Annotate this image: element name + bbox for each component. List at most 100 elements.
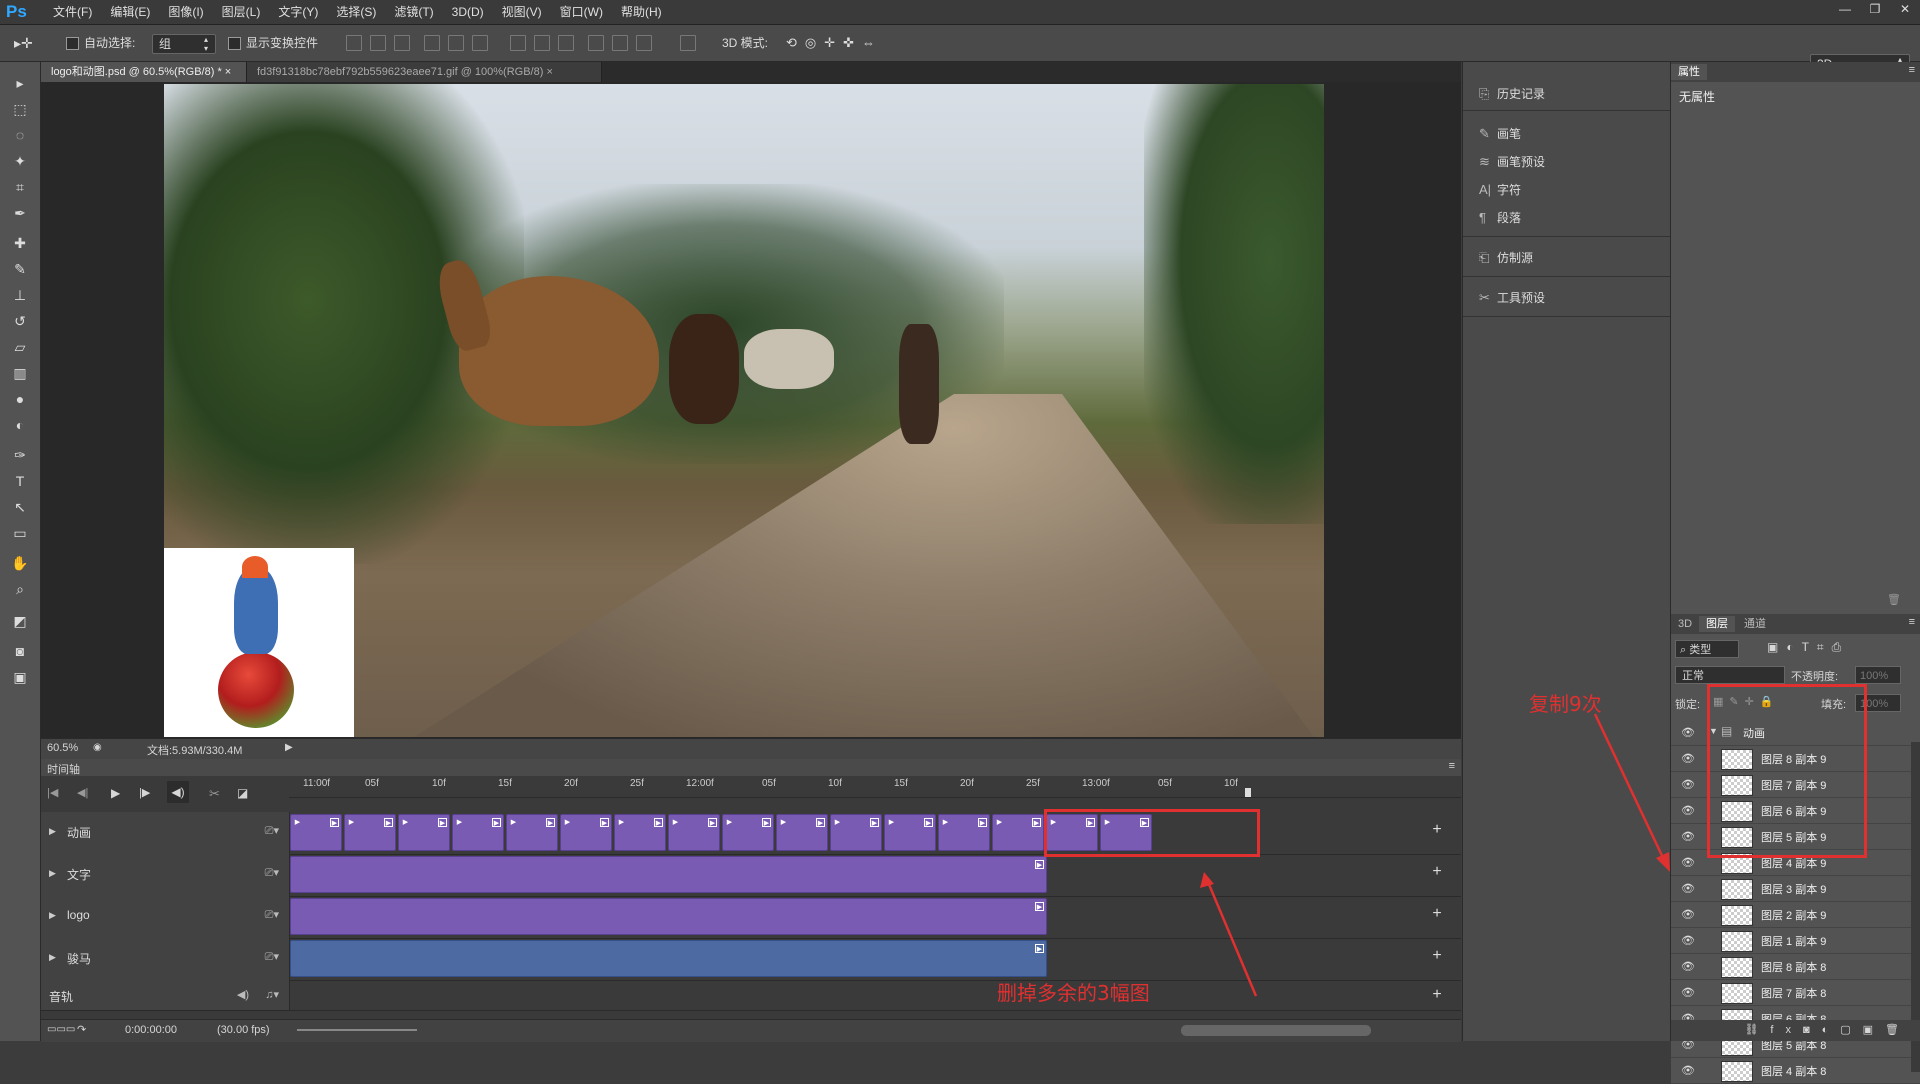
film-icon[interactable]: ⎚▾ xyxy=(265,908,279,922)
animation-frame-clip[interactable]: ▶ ▶ xyxy=(398,814,450,851)
frame-end-icon[interactable]: ▶ xyxy=(438,818,447,827)
brush-tool-icon[interactable]: ✎ xyxy=(8,258,32,280)
auto-select-check-icon[interactable] xyxy=(66,37,79,51)
animation-frame-clip[interactable]: ▶ ▶ xyxy=(722,814,774,851)
frame-end-icon[interactable]: ▶ xyxy=(546,818,555,827)
menu-3d[interactable]: 3D(D) xyxy=(443,0,493,24)
align-bottom-icon[interactable] xyxy=(394,35,410,51)
type-tool-icon[interactable]: T xyxy=(8,470,32,492)
visibility-eye-icon[interactable]: 👁 xyxy=(1681,830,1695,843)
render-video-icon[interactable]: ↷ xyxy=(77,1023,86,1036)
marquee-tool-icon[interactable]: ⬚ xyxy=(8,98,32,120)
filter-type-dropdown[interactable]: ⌕ 类型 xyxy=(1675,640,1739,658)
panel-menu-icon[interactable]: ≡ xyxy=(1909,64,1915,76)
layer-row[interactable]: 👁 图层 3 副本 9 xyxy=(1671,876,1920,902)
layer-row[interactable]: 👁 图层 1 副本 9 xyxy=(1671,928,1920,954)
animation-frame-clip[interactable]: ▶ ▶ xyxy=(884,814,936,851)
panel-menu-icon[interactable]: ≡ xyxy=(1909,616,1915,628)
menu-image[interactable]: 图像(I) xyxy=(159,0,212,24)
film-icon[interactable]: ⎚▾ xyxy=(265,950,279,964)
visibility-eye-icon[interactable]: 👁 xyxy=(1681,856,1695,869)
text-clip[interactable]: ▶ xyxy=(290,856,1047,893)
status-arrow-icon[interactable]: ▶ xyxy=(285,742,293,753)
align-left-icon[interactable] xyxy=(424,35,440,51)
clip-end-icon[interactable]: ▶ xyxy=(1035,902,1044,911)
blur-tool-icon[interactable]: ● xyxy=(8,388,32,410)
visibility-eye-icon[interactable]: 👁 xyxy=(1681,882,1695,895)
rectangle-tool-icon[interactable]: ▭ xyxy=(8,522,32,544)
zoom-tool-icon[interactable]: ⌕ xyxy=(8,578,32,600)
expand-icon[interactable]: ▶ xyxy=(49,826,56,837)
opacity-input[interactable]: 100% xyxy=(1855,666,1901,684)
film-icon[interactable]: ⎚▾ xyxy=(265,824,279,838)
visibility-eye-icon[interactable]: 👁 xyxy=(1681,1064,1695,1077)
frame-end-icon[interactable]: ▶ xyxy=(978,818,987,827)
eyedropper-tool-icon[interactable]: ✒ xyxy=(8,202,32,224)
zoom-level[interactable]: 60.5% xyxy=(47,742,78,754)
prev-frame-icon[interactable]: ◀| xyxy=(77,786,88,799)
animation-frame-clip[interactable]: ▶ ▶ xyxy=(506,814,558,851)
panel-menu-icon[interactable]: ≡ xyxy=(1449,760,1455,772)
blend-mode-dropdown[interactable]: 正常 xyxy=(1675,666,1785,684)
horse-video-clip[interactable]: ▶ xyxy=(290,940,1047,977)
convert-frames-icon[interactable]: ▭▭▭ xyxy=(47,1024,75,1035)
tab-close-icon[interactable]: × xyxy=(546,66,552,78)
frame-end-icon[interactable]: ▶ xyxy=(762,818,771,827)
frame-end-icon[interactable]: ▶ xyxy=(654,818,663,827)
layer-row[interactable]: 👁 图层 4 副本 8 xyxy=(1671,1058,1920,1084)
crop-tool-icon[interactable]: ⌗ xyxy=(8,176,32,198)
animation-frame-clip[interactable]: ▶ ▶ xyxy=(452,814,504,851)
frame-end-icon[interactable]: ▶ xyxy=(708,818,717,827)
playhead[interactable] xyxy=(1245,788,1251,797)
expand-icon[interactable]: ▶ xyxy=(49,952,56,963)
menu-help[interactable]: 帮助(H) xyxy=(612,0,671,24)
menu-window[interactable]: 窗口(W) xyxy=(551,0,612,24)
add-media-button[interactable]: + xyxy=(1429,906,1445,922)
animation-frame-clip[interactable]: ▶ ▶ xyxy=(830,814,882,851)
frame-end-icon[interactable]: ▶ xyxy=(816,818,825,827)
frame-end-icon[interactable]: ▶ xyxy=(492,818,501,827)
menu-filter[interactable]: 滤镜(T) xyxy=(385,0,442,24)
distribute-top-icon[interactable] xyxy=(510,35,526,51)
animation-frame-clip[interactable]: ▶ ▶ xyxy=(668,814,720,851)
animation-frame-clip[interactable]: ▶ ▶ xyxy=(560,814,612,851)
first-frame-icon[interactable]: |◀ xyxy=(47,786,58,799)
split-icon[interactable]: ✂ xyxy=(209,786,220,802)
menu-file[interactable]: 文件(F) xyxy=(44,0,101,24)
tab-close-icon[interactable]: × xyxy=(225,66,231,78)
show-transform-checkbox[interactable]: 显示变换控件 xyxy=(228,34,318,52)
filter-icons[interactable]: ▣◐T⌗⎙ xyxy=(1767,640,1849,655)
history-panel-button[interactable]: ⎘ 历史记录 xyxy=(1479,84,1545,104)
clone-source-panel-button[interactable]: ⎗ 仿制源 xyxy=(1479,248,1533,268)
move-tool-icon[interactable]: ▸ xyxy=(8,72,32,94)
mute-icon[interactable]: ◀) xyxy=(237,988,249,1001)
film-icon[interactable]: ⎚▾ xyxy=(265,866,279,880)
visibility-eye-icon[interactable]: 👁 xyxy=(1681,778,1695,791)
animation-frame-clip[interactable]: ▶ ▶ xyxy=(938,814,990,851)
play-icon[interactable]: ▶ xyxy=(111,786,120,800)
clone-stamp-tool-icon[interactable]: ⊥ xyxy=(8,284,32,306)
gradient-tool-icon[interactable]: ▥ xyxy=(8,362,32,384)
animation-frame-clip[interactable]: ▶ ▶ xyxy=(614,814,666,851)
menu-layer[interactable]: 图层(L) xyxy=(213,0,270,24)
frame-end-icon[interactable]: ▶ xyxy=(1032,818,1041,827)
layer-row[interactable]: 👁 图层 8 副本 8 xyxy=(1671,954,1920,980)
paragraph-panel-button[interactable]: ¶ 段落 xyxy=(1479,208,1521,228)
animation-frame-clip[interactable]: ▶ ▶ xyxy=(290,814,342,851)
show-transform-check-icon[interactable] xyxy=(228,37,241,51)
visibility-eye-icon[interactable]: 👁 xyxy=(1681,934,1695,947)
align-hcenter-icon[interactable] xyxy=(448,35,464,51)
align-top-icon[interactable] xyxy=(346,35,362,51)
tab-logo-psd[interactable]: logo和动图.psd @ 60.5%(RGB/8) * × xyxy=(41,62,247,82)
align-right-icon[interactable] xyxy=(472,35,488,51)
visibility-eye-icon[interactable]: 👁 xyxy=(1681,960,1695,973)
healing-brush-tool-icon[interactable]: ✚ xyxy=(8,232,32,254)
transition-icon[interactable]: ◪ xyxy=(237,786,248,800)
visibility-eye-icon[interactable]: 👁 xyxy=(1681,804,1695,817)
align-vcenter-icon[interactable] xyxy=(370,35,386,51)
status-icon[interactable]: ◉ xyxy=(93,742,102,753)
move-tool-icon[interactable]: ▸✛ xyxy=(14,34,33,52)
layers-footer-icons[interactable]: ⛓fx◙◐▢▣🗑 xyxy=(1671,1020,1920,1041)
auto-align-icon[interactable] xyxy=(680,35,696,51)
color-swatch-icon[interactable]: ◩ xyxy=(8,610,32,632)
